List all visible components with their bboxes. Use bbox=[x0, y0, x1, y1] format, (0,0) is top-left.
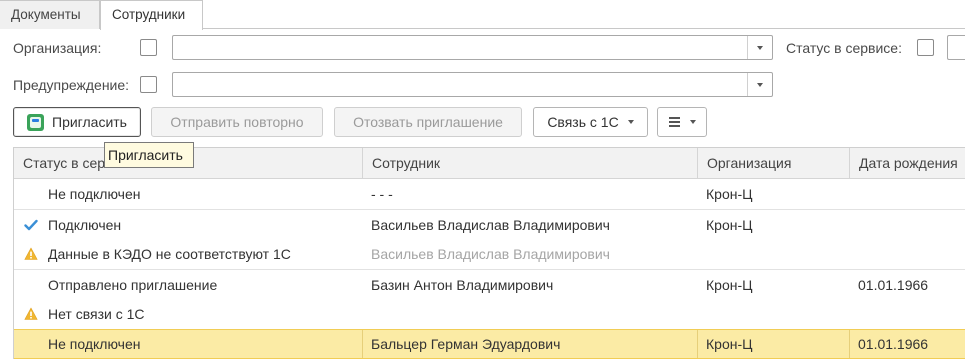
warning-checkbox[interactable] bbox=[140, 76, 157, 93]
organization-cell: Крон-Ц bbox=[706, 186, 753, 202]
organization-cell bbox=[706, 239, 846, 269]
resend-button[interactable]: Отправить повторно bbox=[151, 107, 323, 137]
invite-button-label: Пригласить bbox=[52, 114, 127, 130]
organization-checkbox[interactable] bbox=[140, 39, 157, 56]
employee-cell: - - - bbox=[371, 186, 393, 202]
revoke-button-label: Отозвать приглашение bbox=[353, 114, 503, 130]
link-1c-button[interactable]: Связь с 1С bbox=[533, 107, 648, 137]
table-row-selected[interactable]: Не подключен Бальцер Герман Эдуардович К… bbox=[14, 329, 965, 359]
invite-tooltip: Пригласить bbox=[104, 142, 194, 168]
resend-button-label: Отправить повторно bbox=[170, 114, 304, 130]
employee-cell: Васильев Владислав Владимирович bbox=[371, 217, 610, 233]
warning-icon bbox=[24, 247, 38, 260]
column-header-organization[interactable]: Организация bbox=[698, 148, 850, 179]
birth-date-cell: 01.01.1966 bbox=[858, 277, 929, 293]
tab-documents[interactable]: Документы bbox=[0, 0, 100, 29]
column-header-birth-date[interactable]: Дата рождения bbox=[850, 148, 965, 179]
chevron-down-icon bbox=[627, 120, 634, 124]
service-status-checkbox[interactable] bbox=[917, 39, 934, 56]
status-cell: Данные в КЭДО не соответствуют 1С bbox=[48, 246, 291, 262]
status-cell: Не подключен bbox=[48, 336, 141, 352]
birth-date-cell bbox=[858, 299, 965, 329]
employee-cell: Васильев Владислав Владимирович bbox=[371, 246, 610, 262]
employees-table: Статус в сервисе Сотрудник Организация Д… bbox=[13, 147, 965, 359]
birth-date-cell bbox=[858, 239, 965, 269]
table-row[interactable]: Отправлено приглашение Базин Антон Влади… bbox=[14, 269, 965, 299]
employee-cell: Бальцер Герман Эдуардович bbox=[371, 336, 561, 352]
service-status-field[interactable] bbox=[947, 35, 965, 60]
organization-cell: Крон-Ц bbox=[706, 217, 753, 233]
status-cell: Отправлено приглашение bbox=[48, 277, 218, 293]
chevron-down-icon bbox=[757, 45, 763, 50]
check-icon bbox=[24, 219, 38, 231]
organization-cell: Крон-Ц bbox=[706, 336, 753, 352]
table-row[interactable]: Подключен Васильев Владислав Владимирови… bbox=[14, 209, 965, 239]
tab-bar: Документы Сотрудники bbox=[0, 0, 965, 30]
warning-field[interactable] bbox=[172, 72, 773, 97]
birth-date-cell: 01.01.1966 bbox=[858, 336, 929, 352]
chevron-down-icon bbox=[689, 120, 696, 124]
service-status-label: Статус в сервисе: bbox=[786, 40, 902, 56]
employee-cell bbox=[371, 299, 691, 329]
table-row[interactable]: Не подключен - - - Крон-Ц bbox=[14, 179, 965, 209]
more-menu-button[interactable] bbox=[657, 107, 707, 137]
table-row[interactable]: Нет связи с 1С bbox=[14, 299, 965, 329]
invite-button[interactable]: Пригласить bbox=[13, 107, 141, 137]
employee-cell: Базин Антон Владимирович bbox=[371, 277, 554, 293]
menu-icon bbox=[668, 117, 680, 127]
chevron-down-icon bbox=[757, 82, 763, 87]
column-header-employee[interactable]: Сотрудник bbox=[363, 148, 698, 179]
status-cell: Не подключен bbox=[48, 186, 141, 202]
organization-cell: Крон-Ц bbox=[706, 277, 753, 293]
revoke-invitation-button[interactable]: Отозвать приглашение bbox=[334, 107, 522, 137]
status-cell: Нет связи с 1С bbox=[48, 306, 145, 322]
organization-dropdown-button[interactable] bbox=[747, 36, 772, 59]
table-row[interactable]: Данные в КЭДО не соответствуют 1С Василь… bbox=[14, 239, 965, 269]
warning-icon bbox=[24, 307, 38, 320]
status-cell: Подключен bbox=[48, 217, 122, 233]
organization-field[interactable] bbox=[172, 35, 773, 60]
birth-date-cell bbox=[858, 210, 965, 240]
warning-dropdown-button[interactable] bbox=[747, 73, 772, 96]
warning-label: Предупреждение: bbox=[13, 77, 130, 93]
link-1c-button-label: Связь с 1С bbox=[547, 114, 619, 130]
birth-date-cell bbox=[858, 179, 965, 209]
tab-employees[interactable]: Сотрудники bbox=[100, 0, 203, 30]
organization-label: Организация: bbox=[13, 40, 102, 56]
organization-cell bbox=[706, 299, 846, 329]
invite-icon bbox=[27, 113, 45, 131]
